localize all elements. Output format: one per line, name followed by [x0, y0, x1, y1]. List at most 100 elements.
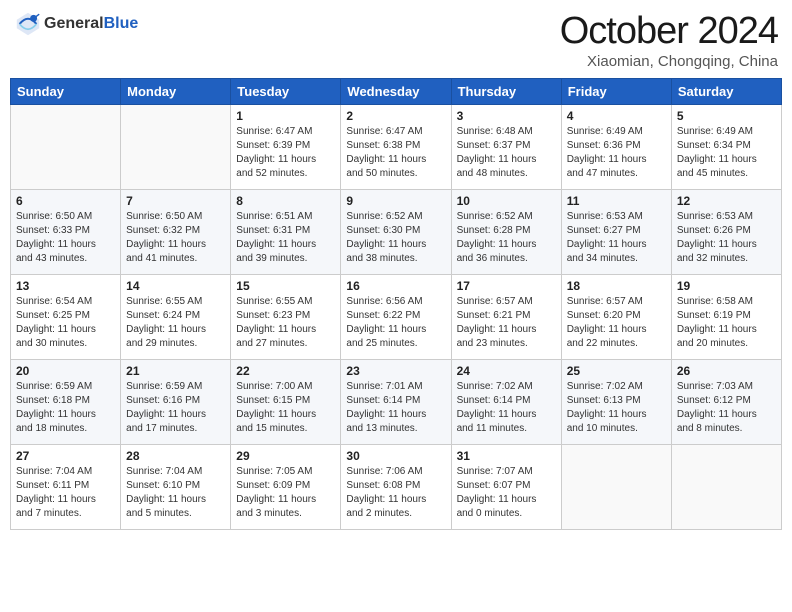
day-number: 9 — [346, 194, 445, 208]
weekday-header-tuesday: Tuesday — [231, 79, 341, 105]
calendar-cell: 1 Sunrise: 6:47 AMSunset: 6:39 PMDaylight… — [231, 105, 341, 190]
cell-content: Sunrise: 6:59 AMSunset: 6:16 PMDaylight:… — [126, 380, 225, 436]
day-number: 15 — [236, 279, 335, 293]
cell-content: Sunrise: 6:52 AMSunset: 6:30 PMDaylight:… — [346, 210, 445, 266]
cell-content: Sunrise: 7:04 AMSunset: 6:11 PMDaylight:… — [16, 465, 115, 521]
calendar-cell — [11, 105, 121, 190]
day-number: 20 — [16, 364, 115, 378]
day-number: 13 — [16, 279, 115, 293]
calendar-cell: 31Sunrise: 7:07 AMSunset: 6:07 PMDayligh… — [451, 445, 561, 530]
calendar-cell: 16 Sunrise: 6:56 AMSunset: 6:22 PMDayligh… — [341, 275, 451, 360]
weekday-header-sunday: Sunday — [11, 79, 121, 105]
weekday-header-wednesday: Wednesday — [341, 79, 451, 105]
day-number: 21 — [126, 364, 225, 378]
cell-content: Sunrise: 6:57 AMSunset: 6:21 PMDaylight:… — [457, 295, 556, 351]
day-number: 28 — [126, 449, 225, 463]
day-number: 4 — [567, 109, 666, 123]
calendar-cell: 2 Sunrise: 6:47 AMSunset: 6:38 PMDaylight… — [341, 105, 451, 190]
weekday-header-saturday: Saturday — [671, 79, 781, 105]
calendar-cell: 10 Sunrise: 6:52 AMSunset: 6:28 PMDayligh… — [451, 190, 561, 275]
calendar-cell: 13 Sunrise: 6:54 AMSunset: 6:25 PMDayligh… — [11, 275, 121, 360]
calendar-cell: 29 Sunrise: 7:05 AMSunset: 6:09 PMDayligh… — [231, 445, 341, 530]
day-number: 12 — [677, 194, 776, 208]
weekday-header-row: SundayMondayTuesdayWednesdayThursdayFrid… — [11, 79, 782, 105]
cell-content: Sunrise: 6:54 AMSunset: 6:25 PMDaylight:… — [16, 295, 115, 351]
calendar-week-3: 13 Sunrise: 6:54 AMSunset: 6:25 PMDayligh… — [11, 275, 782, 360]
cell-content: Sunrise: 6:55 AMSunset: 6:23 PMDaylight:… — [236, 295, 335, 351]
cell-content: Sunrise: 6:48 AMSunset: 6:37 PMDaylight:… — [457, 125, 556, 181]
cell-content: Sunrise: 7:02 AMSunset: 6:13 PMDaylight:… — [567, 380, 666, 436]
day-number: 2 — [346, 109, 445, 123]
title-block: October 2024 Xiaomian, Chongqing, China — [560, 10, 778, 70]
calendar-week-4: 20 Sunrise: 6:59 AMSunset: 6:18 PMDayligh… — [11, 360, 782, 445]
calendar-cell: 22 Sunrise: 7:00 AMSunset: 6:15 PMDayligh… — [231, 360, 341, 445]
day-number: 3 — [457, 109, 556, 123]
day-number: 27 — [16, 449, 115, 463]
calendar-cell: 4 Sunrise: 6:49 AMSunset: 6:36 PMDaylight… — [561, 105, 671, 190]
cell-content: Sunrise: 6:50 AMSunset: 6:33 PMDaylight:… — [16, 210, 115, 266]
day-number: 8 — [236, 194, 335, 208]
cell-content: Sunrise: 6:47 AMSunset: 6:38 PMDaylight:… — [346, 125, 445, 181]
cell-content: Sunrise: 7:07 AMSunset: 6:07 PMDaylight:… — [457, 465, 556, 521]
calendar-week-2: 6Sunrise: 6:50 AMSunset: 6:33 PMDaylight… — [11, 190, 782, 275]
day-number: 29 — [236, 449, 335, 463]
calendar-table: SundayMondayTuesdayWednesdayThursdayFrid… — [10, 78, 782, 530]
cell-content: Sunrise: 6:57 AMSunset: 6:20 PMDaylight:… — [567, 295, 666, 351]
weekday-header-thursday: Thursday — [451, 79, 561, 105]
calendar-cell: 12 Sunrise: 6:53 AMSunset: 6:26 PMDayligh… — [671, 190, 781, 275]
cell-content: Sunrise: 6:52 AMSunset: 6:28 PMDaylight:… — [457, 210, 556, 266]
calendar-cell: 17 Sunrise: 6:57 AMSunset: 6:21 PMDayligh… — [451, 275, 561, 360]
logo-icon — [14, 10, 42, 38]
calendar-cell: 18 Sunrise: 6:57 AMSunset: 6:20 PMDayligh… — [561, 275, 671, 360]
day-number: 11 — [567, 194, 666, 208]
calendar-cell: 11Sunrise: 6:53 AMSunset: 6:27 PMDayligh… — [561, 190, 671, 275]
day-number: 14 — [126, 279, 225, 293]
day-number: 18 — [567, 279, 666, 293]
calendar-cell — [671, 445, 781, 530]
calendar-cell — [121, 105, 231, 190]
calendar-cell: 21 Sunrise: 6:59 AMSunset: 6:16 PMDayligh… — [121, 360, 231, 445]
logo-general-text: General — [44, 15, 104, 33]
calendar-cell: 30 Sunrise: 7:06 AMSunset: 6:08 PMDayligh… — [341, 445, 451, 530]
location: Xiaomian, Chongqing, China — [560, 53, 778, 70]
logo: General Blue — [14, 10, 138, 38]
calendar-cell: 9 Sunrise: 6:52 AMSunset: 6:30 PMDaylight… — [341, 190, 451, 275]
cell-content: Sunrise: 6:56 AMSunset: 6:22 PMDaylight:… — [346, 295, 445, 351]
cell-content: Sunrise: 6:59 AMSunset: 6:18 PMDaylight:… — [16, 380, 115, 436]
cell-content: Sunrise: 7:00 AMSunset: 6:15 PMDaylight:… — [236, 380, 335, 436]
cell-content: Sunrise: 6:49 AMSunset: 6:36 PMDaylight:… — [567, 125, 666, 181]
calendar-cell: 15 Sunrise: 6:55 AMSunset: 6:23 PMDayligh… — [231, 275, 341, 360]
cell-content: Sunrise: 7:02 AMSunset: 6:14 PMDaylight:… — [457, 380, 556, 436]
cell-content: Sunrise: 7:06 AMSunset: 6:08 PMDaylight:… — [346, 465, 445, 521]
cell-content: Sunrise: 6:49 AMSunset: 6:34 PMDaylight:… — [677, 125, 776, 181]
day-number: 25 — [567, 364, 666, 378]
day-number: 22 — [236, 364, 335, 378]
calendar-cell: 20 Sunrise: 6:59 AMSunset: 6:18 PMDayligh… — [11, 360, 121, 445]
calendar-cell: 8Sunrise: 6:51 AMSunset: 6:31 PMDaylight… — [231, 190, 341, 275]
calendar-cell: 6Sunrise: 6:50 AMSunset: 6:33 PMDaylight… — [11, 190, 121, 275]
weekday-header-monday: Monday — [121, 79, 231, 105]
calendar-cell: 27 Sunrise: 7:04 AMSunset: 6:11 PMDayligh… — [11, 445, 121, 530]
calendar-week-1: 1 Sunrise: 6:47 AMSunset: 6:39 PMDaylight… — [11, 105, 782, 190]
day-number: 24 — [457, 364, 556, 378]
day-number: 17 — [457, 279, 556, 293]
calendar-cell: 26Sunrise: 7:03 AMSunset: 6:12 PMDayligh… — [671, 360, 781, 445]
day-number: 30 — [346, 449, 445, 463]
calendar-cell: 14Sunrise: 6:55 AMSunset: 6:24 PMDayligh… — [121, 275, 231, 360]
calendar-week-5: 27 Sunrise: 7:04 AMSunset: 6:11 PMDayligh… — [11, 445, 782, 530]
cell-content: Sunrise: 6:53 AMSunset: 6:26 PMDaylight:… — [677, 210, 776, 266]
month-title: October 2024 — [560, 10, 778, 53]
cell-content: Sunrise: 7:04 AMSunset: 6:10 PMDaylight:… — [126, 465, 225, 521]
day-number: 10 — [457, 194, 556, 208]
calendar-cell: 23Sunrise: 7:01 AMSunset: 6:14 PMDayligh… — [341, 360, 451, 445]
cell-content: Sunrise: 7:03 AMSunset: 6:12 PMDaylight:… — [677, 380, 776, 436]
cell-content: Sunrise: 6:50 AMSunset: 6:32 PMDaylight:… — [126, 210, 225, 266]
cell-content: Sunrise: 7:05 AMSunset: 6:09 PMDaylight:… — [236, 465, 335, 521]
day-number: 19 — [677, 279, 776, 293]
day-number: 16 — [346, 279, 445, 293]
calendar-cell: 3 Sunrise: 6:48 AMSunset: 6:37 PMDaylight… — [451, 105, 561, 190]
calendar-cell: 25 Sunrise: 7:02 AMSunset: 6:13 PMDayligh… — [561, 360, 671, 445]
page-header: General Blue October 2024 Xiaomian, Chon… — [10, 10, 782, 70]
day-number: 1 — [236, 109, 335, 123]
cell-content: Sunrise: 6:47 AMSunset: 6:39 PMDaylight:… — [236, 125, 335, 181]
